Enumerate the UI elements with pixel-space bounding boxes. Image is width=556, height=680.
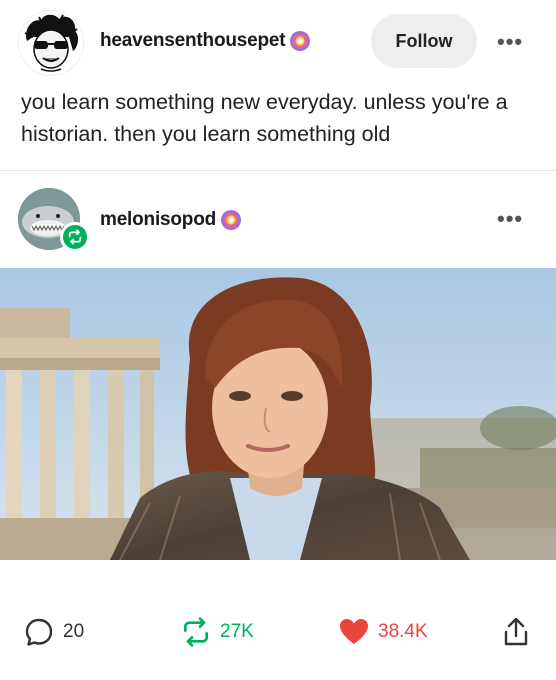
badge-icon	[221, 210, 242, 230]
photo-image	[0, 268, 556, 560]
reblog-author-name[interactable]: melonisopod	[100, 209, 216, 231]
reblog-more-icon[interactable]: •••	[497, 206, 523, 232]
avatar[interactable]	[18, 10, 84, 76]
post-author-row: heavensenthousepet	[100, 30, 311, 52]
follow-button[interactable]: Follow	[371, 14, 477, 68]
reblog-icon	[68, 229, 82, 245]
reply-button[interactable]: 20	[23, 612, 84, 652]
share-icon	[504, 617, 528, 646]
share-button[interactable]	[502, 612, 530, 652]
reblog-author-row: melonisopod	[100, 209, 242, 231]
reply-count: 20	[63, 621, 85, 642]
reply-icon	[25, 618, 53, 646]
post-photo[interactable]	[0, 268, 556, 560]
like-count: 38.4K	[378, 621, 428, 642]
like-button[interactable]: 38.4K	[338, 612, 428, 652]
post-author-name[interactable]: heavensenthousepet	[100, 30, 286, 52]
reblog-badge	[60, 222, 90, 252]
divider	[0, 170, 556, 171]
more-icon[interactable]: •••	[497, 29, 523, 55]
post-text: you learn something new everyday. unless…	[21, 90, 508, 146]
badge-icon	[290, 31, 311, 51]
reblog-button[interactable]: 27K	[180, 612, 254, 652]
reblog-icon	[184, 617, 208, 647]
heart-icon	[340, 619, 368, 644]
avatar-image	[19, 11, 83, 75]
reblog-count: 27K	[220, 621, 254, 642]
